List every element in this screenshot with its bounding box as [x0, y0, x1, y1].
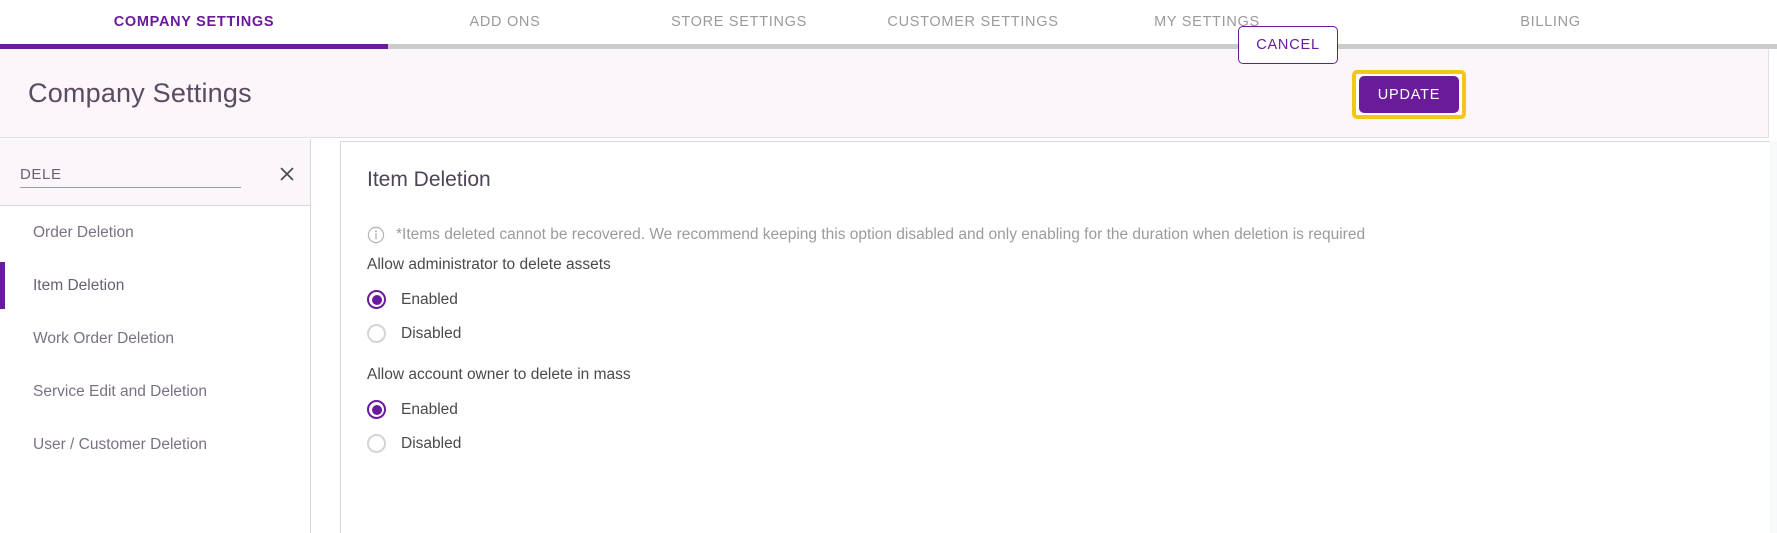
field-label-allow-administrator: Allow administrator to delete assets — [367, 256, 611, 273]
tab-store-settings[interactable]: STORE SETTINGS — [622, 14, 856, 30]
sidebar-item-service-edit-and-deletion[interactable]: Service Edit and Deletion — [0, 365, 310, 418]
radio-label: Disabled — [401, 434, 462, 452]
search-input[interactable] — [20, 162, 241, 188]
sidebar-item-label: Item Deletion — [33, 276, 125, 294]
settings-page: COMPANY SETTINGS ADD ONS STORE SETTINGS … — [0, 0, 1777, 533]
tab-label: COMPANY SETTINGS — [113, 14, 275, 30]
tab-company-settings[interactable]: COMPANY SETTINGS — [0, 14, 388, 30]
info-note: *Items deleted cannot be recovered. We r… — [367, 226, 1365, 244]
info-text: *Items deleted cannot be recovered. We r… — [396, 226, 1366, 243]
settings-content-panel: Item Deletion *Items deleted cannot be r… — [340, 141, 1777, 533]
sidebar-item-item-deletion[interactable]: Item Deletion — [0, 259, 310, 312]
radio-indicator — [367, 324, 386, 343]
sidebar-item-work-order-deletion[interactable]: Work Order Deletion — [0, 312, 310, 365]
radio-indicator — [367, 400, 386, 419]
tab-label: CUSTOMER SETTINGS — [887, 14, 1059, 30]
sidebar-search-area — [0, 139, 310, 206]
update-button[interactable]: UPDATE — [1359, 76, 1459, 113]
page-header: Company Settings — [0, 49, 1769, 138]
radio-owner-enabled[interactable]: Enabled — [367, 400, 458, 419]
cancel-button[interactable]: CANCEL — [1238, 26, 1338, 64]
sidebar-item-order-deletion[interactable]: Order Deletion — [0, 206, 310, 259]
vertical-scrollbar[interactable] — [1770, 141, 1777, 533]
sidebar-item-label: Order Deletion — [33, 223, 134, 241]
section-title: Item Deletion — [367, 168, 491, 191]
tab-billing[interactable]: BILLING — [1324, 14, 1777, 30]
radio-admin-enabled[interactable]: Enabled — [367, 290, 458, 309]
field-label-allow-account-owner: Allow account owner to delete in mass — [367, 366, 631, 383]
radio-admin-disabled[interactable]: Disabled — [367, 324, 461, 343]
close-icon[interactable] — [277, 164, 297, 184]
radio-owner-disabled[interactable]: Disabled — [367, 434, 461, 453]
radio-label: Disabled — [401, 324, 462, 342]
info-icon — [367, 226, 385, 244]
page-title: Company Settings — [28, 78, 252, 108]
radio-indicator — [367, 290, 386, 309]
tab-label: STORE SETTINGS — [670, 14, 808, 30]
sidebar-item-label: Service Edit and Deletion — [33, 382, 208, 400]
tab-label: ADD ONS — [469, 14, 541, 30]
radio-label: Enabled — [401, 290, 458, 308]
sidebar-item-label: Work Order Deletion — [33, 329, 174, 347]
sidebar-item-label: User / Customer Deletion — [33, 435, 208, 453]
settings-nav-list: Order Deletion Item Deletion Work Order … — [0, 206, 310, 471]
tab-label: BILLING — [1520, 14, 1581, 30]
radio-label: Enabled — [401, 400, 458, 418]
tab-customer-settings[interactable]: CUSTOMER SETTINGS — [856, 14, 1090, 30]
settings-sidebar: Order Deletion Item Deletion Work Order … — [0, 139, 311, 533]
radio-indicator — [367, 434, 386, 453]
tab-add-ons[interactable]: ADD ONS — [388, 14, 622, 30]
sidebar-item-user-customer-deletion[interactable]: User / Customer Deletion — [0, 418, 310, 471]
top-tab-bar: COMPANY SETTINGS ADD ONS STORE SETTINGS … — [0, 0, 1777, 44]
